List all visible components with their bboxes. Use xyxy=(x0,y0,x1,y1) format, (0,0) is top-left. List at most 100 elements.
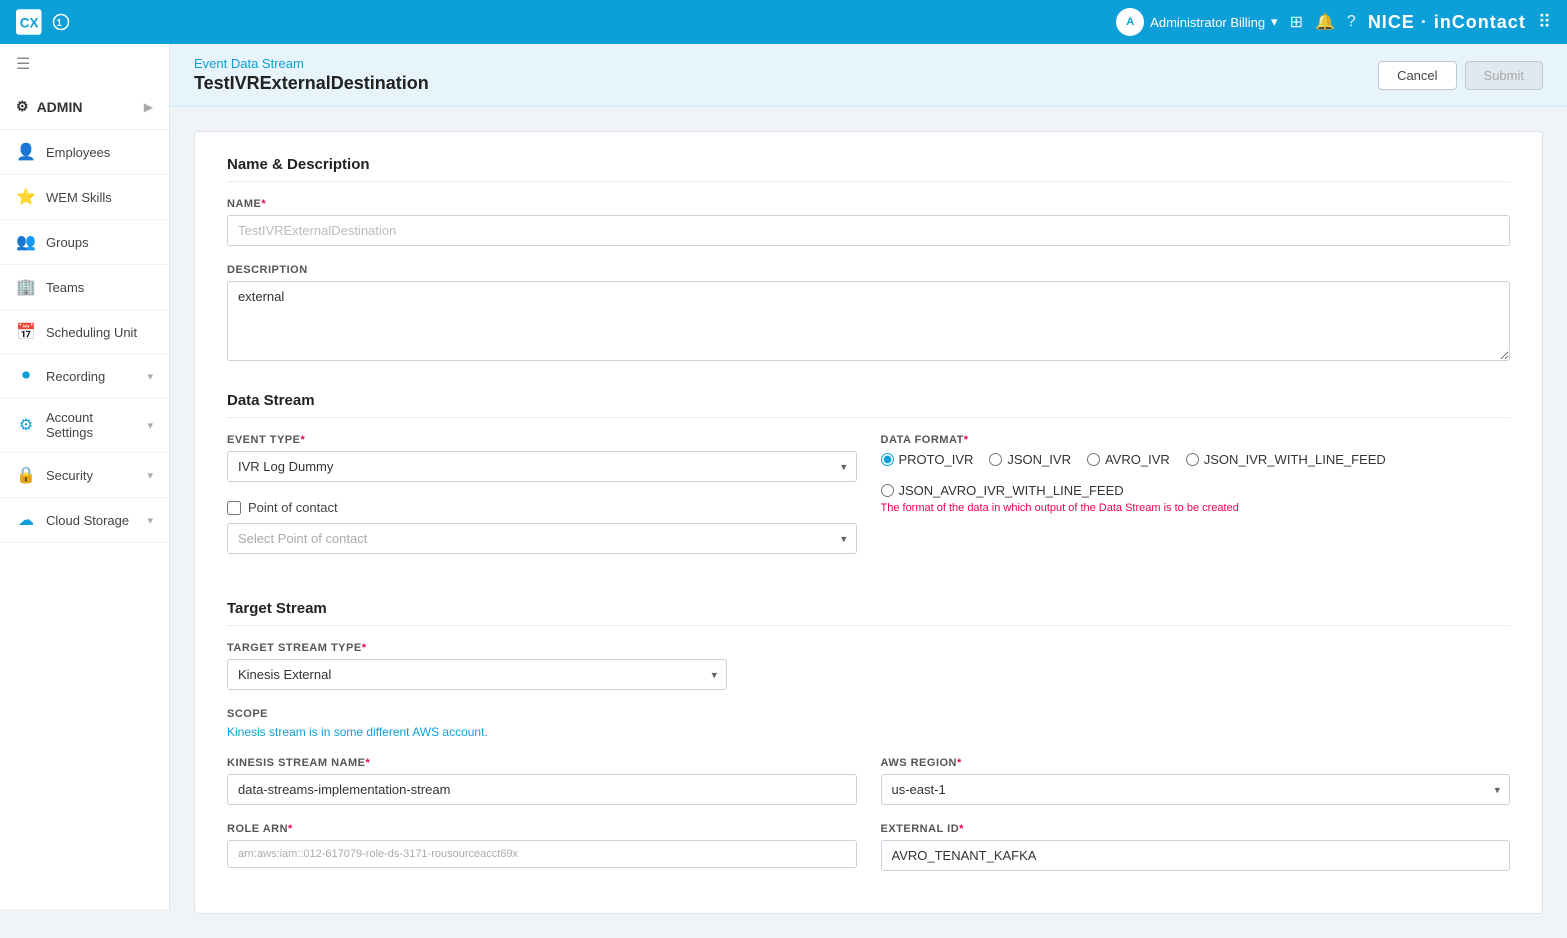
description-label: DESCRIPTION xyxy=(227,264,1510,276)
monitor-icon[interactable]: ⊞ xyxy=(1290,12,1303,32)
help-icon[interactable]: ? xyxy=(1347,13,1356,31)
name-input[interactable] xyxy=(227,215,1510,246)
target-stream-section-title: Target Stream xyxy=(227,600,1510,626)
teams-icon: 🏢 xyxy=(16,277,36,297)
external-id-group: EXTERNAL ID* xyxy=(881,823,1511,871)
kinesis-stream-name-input[interactable] xyxy=(227,774,857,805)
data-format-radio-group: PROTO_IVR JSON_IVR AVRO_IVR JSON_IV xyxy=(881,452,1511,498)
sidebar-item-recording[interactable]: ⏺ Recording ▾ xyxy=(0,355,169,398)
admin-label: ⚙ ADMIN xyxy=(16,98,82,115)
radio-proto-ivr[interactable]: PROTO_IVR xyxy=(881,452,974,467)
sidebar: ☰ ⚙ ADMIN ▶ 👤 Employees ⭐ WEM Skills 👥 G… xyxy=(0,44,170,909)
kinesis-stream-name-label: KINESIS STREAM NAME* xyxy=(227,757,857,769)
data-stream-row: EVENT TYPE* IVR Log Dummy ▾ Point of xyxy=(227,434,1510,572)
target-stream-type-select-wrapper: Kinesis External ▾ xyxy=(227,659,727,690)
scope-text: Kinesis stream is in some different AWS … xyxy=(227,725,1510,739)
gear-icon: ⚙ xyxy=(16,98,29,115)
account-settings-arrow-icon: ▾ xyxy=(147,419,153,432)
sidebar-item-groups[interactable]: 👥 Groups xyxy=(0,220,169,265)
cloud-storage-label: Cloud Storage xyxy=(46,513,137,528)
menu-toggle[interactable]: ☰ xyxy=(0,44,169,84)
account-settings-icon: ⚙ xyxy=(16,415,36,435)
external-id-input[interactable] xyxy=(881,840,1511,871)
point-of-contact-select-wrapper: Select Point of contact ▾ xyxy=(227,523,857,554)
sidebar-item-wem-skills[interactable]: ⭐ WEM Skills xyxy=(0,175,169,220)
header-actions: Cancel Submit xyxy=(1378,61,1543,90)
radio-json-ivr[interactable]: JSON_IVR xyxy=(989,452,1071,467)
cloud-storage-icon: ☁ xyxy=(16,510,36,530)
groups-icon: 👥 xyxy=(16,232,36,252)
content-header: Event Data Stream TestIVRExternalDestina… xyxy=(170,44,1567,107)
page-title: TestIVRExternalDestination xyxy=(194,73,429,94)
aws-region-select-wrapper: us-east-1 ▾ xyxy=(881,774,1511,805)
description-input[interactable]: external xyxy=(227,281,1510,361)
external-id-label: EXTERNAL ID* xyxy=(881,823,1511,835)
target-stream-type-select[interactable]: Kinesis External xyxy=(227,659,727,690)
sidebar-item-account-settings[interactable]: ⚙ Account Settings ▾ xyxy=(0,398,169,453)
point-of-contact-checkbox[interactable] xyxy=(227,501,241,515)
radio-json-ivr-lf[interactable]: JSON_IVR_WITH_LINE_FEED xyxy=(1186,452,1386,467)
role-arn-label: ROLE ARN* xyxy=(227,823,857,835)
sidebar-item-employees[interactable]: 👤 Employees xyxy=(0,130,169,175)
form-area: Name & Description NAME* DESCRIPTION ext… xyxy=(170,107,1567,938)
event-type-select-wrapper: IVR Log Dummy ▾ xyxy=(227,451,857,482)
data-format-hint: The format of the data in which output o… xyxy=(881,502,1511,514)
radio-json-avro-lf[interactable]: JSON_AVRO_IVR_WITH_LINE_FEED xyxy=(881,483,1124,498)
svg-text:CX: CX xyxy=(20,15,39,30)
role-arn-input[interactable] xyxy=(227,840,857,868)
aws-region-select[interactable]: us-east-1 xyxy=(881,774,1511,805)
description-group: DESCRIPTION external xyxy=(227,264,1510,364)
name-label: NAME* xyxy=(227,198,1510,210)
groups-label: Groups xyxy=(46,235,153,250)
kinesis-aws-row: KINESIS STREAM NAME* AWS REGION* us-east… xyxy=(227,757,1510,823)
sidebar-item-scheduling-unit[interactable]: 📅 Scheduling Unit xyxy=(0,310,169,355)
data-stream-section-title: Data Stream xyxy=(227,392,1510,418)
scheduling-label: Scheduling Unit xyxy=(46,325,153,340)
form-card: Name & Description NAME* DESCRIPTION ext… xyxy=(194,131,1543,914)
wem-skills-icon: ⭐ xyxy=(16,187,36,207)
header-left: Event Data Stream TestIVRExternalDestina… xyxy=(194,56,429,94)
radio-avro-ivr[interactable]: AVRO_IVR xyxy=(1087,452,1170,467)
breadcrumb[interactable]: Event Data Stream xyxy=(194,56,429,71)
point-of-contact-group: Point of contact Select Point of contact… xyxy=(227,500,857,554)
name-required: * xyxy=(261,198,266,210)
account-settings-label: Account Settings xyxy=(46,410,137,440)
role-external-row: ROLE ARN* EXTERNAL ID* xyxy=(227,823,1510,889)
top-nav: CX 1 A Administrator Billing ▾ ⊞ 🔔 ? NIC… xyxy=(0,0,1567,44)
employees-icon: 👤 xyxy=(16,142,36,162)
data-format-group: DATA FORMAT* PROTO_IVR JSON_IVR xyxy=(881,434,1511,572)
user-info[interactable]: A Administrator Billing ▾ xyxy=(1116,8,1277,36)
security-label: Security xyxy=(46,468,137,483)
recording-icon: ⏺ xyxy=(16,367,36,385)
submit-button[interactable]: Submit xyxy=(1465,61,1543,90)
recording-arrow-icon: ▾ xyxy=(147,370,153,383)
security-arrow-icon: ▾ xyxy=(147,469,153,482)
apps-icon[interactable]: ⠿ xyxy=(1538,12,1551,33)
point-of-contact-checkbox-label[interactable]: Point of contact xyxy=(227,500,857,515)
nav-right: A Administrator Billing ▾ ⊞ 🔔 ? NICE · i… xyxy=(1116,8,1551,36)
sidebar-item-security[interactable]: 🔒 Security ▾ xyxy=(0,453,169,498)
sidebar-item-cloud-storage[interactable]: ☁ Cloud Storage ▾ xyxy=(0,498,169,543)
security-icon: 🔒 xyxy=(16,465,36,485)
recording-label: Recording xyxy=(46,369,137,384)
user-dropdown-icon[interactable]: ▾ xyxy=(1271,14,1278,30)
point-of-contact-select[interactable]: Select Point of contact xyxy=(227,523,857,554)
sidebar-admin[interactable]: ⚙ ADMIN ▶ xyxy=(0,84,169,130)
name-desc-section-title: Name & Description xyxy=(227,156,1510,182)
aws-region-group: AWS REGION* us-east-1 ▾ xyxy=(881,757,1511,805)
cancel-button[interactable]: Cancel xyxy=(1378,61,1456,90)
teams-label: Teams xyxy=(46,280,153,295)
sidebar-item-teams[interactable]: 🏢 Teams xyxy=(0,265,169,310)
nice-brand: NICE · inContact xyxy=(1368,12,1526,33)
target-stream-type-label: TARGET STREAM TYPE* xyxy=(227,642,1510,654)
wem-skills-label: WEM Skills xyxy=(46,190,153,205)
aws-region-label: AWS REGION* xyxy=(881,757,1511,769)
role-arn-group: ROLE ARN* xyxy=(227,823,857,871)
user-name: Administrator Billing xyxy=(1150,15,1265,30)
kinesis-stream-name-group: KINESIS STREAM NAME* xyxy=(227,757,857,805)
bell-icon[interactable]: 🔔 xyxy=(1315,12,1335,32)
data-format-label: DATA FORMAT* xyxy=(881,434,1511,446)
target-stream-type-group: TARGET STREAM TYPE* Kinesis External ▾ xyxy=(227,642,1510,690)
event-type-group: EVENT TYPE* IVR Log Dummy ▾ Point of xyxy=(227,434,857,572)
event-type-select[interactable]: IVR Log Dummy xyxy=(227,451,857,482)
